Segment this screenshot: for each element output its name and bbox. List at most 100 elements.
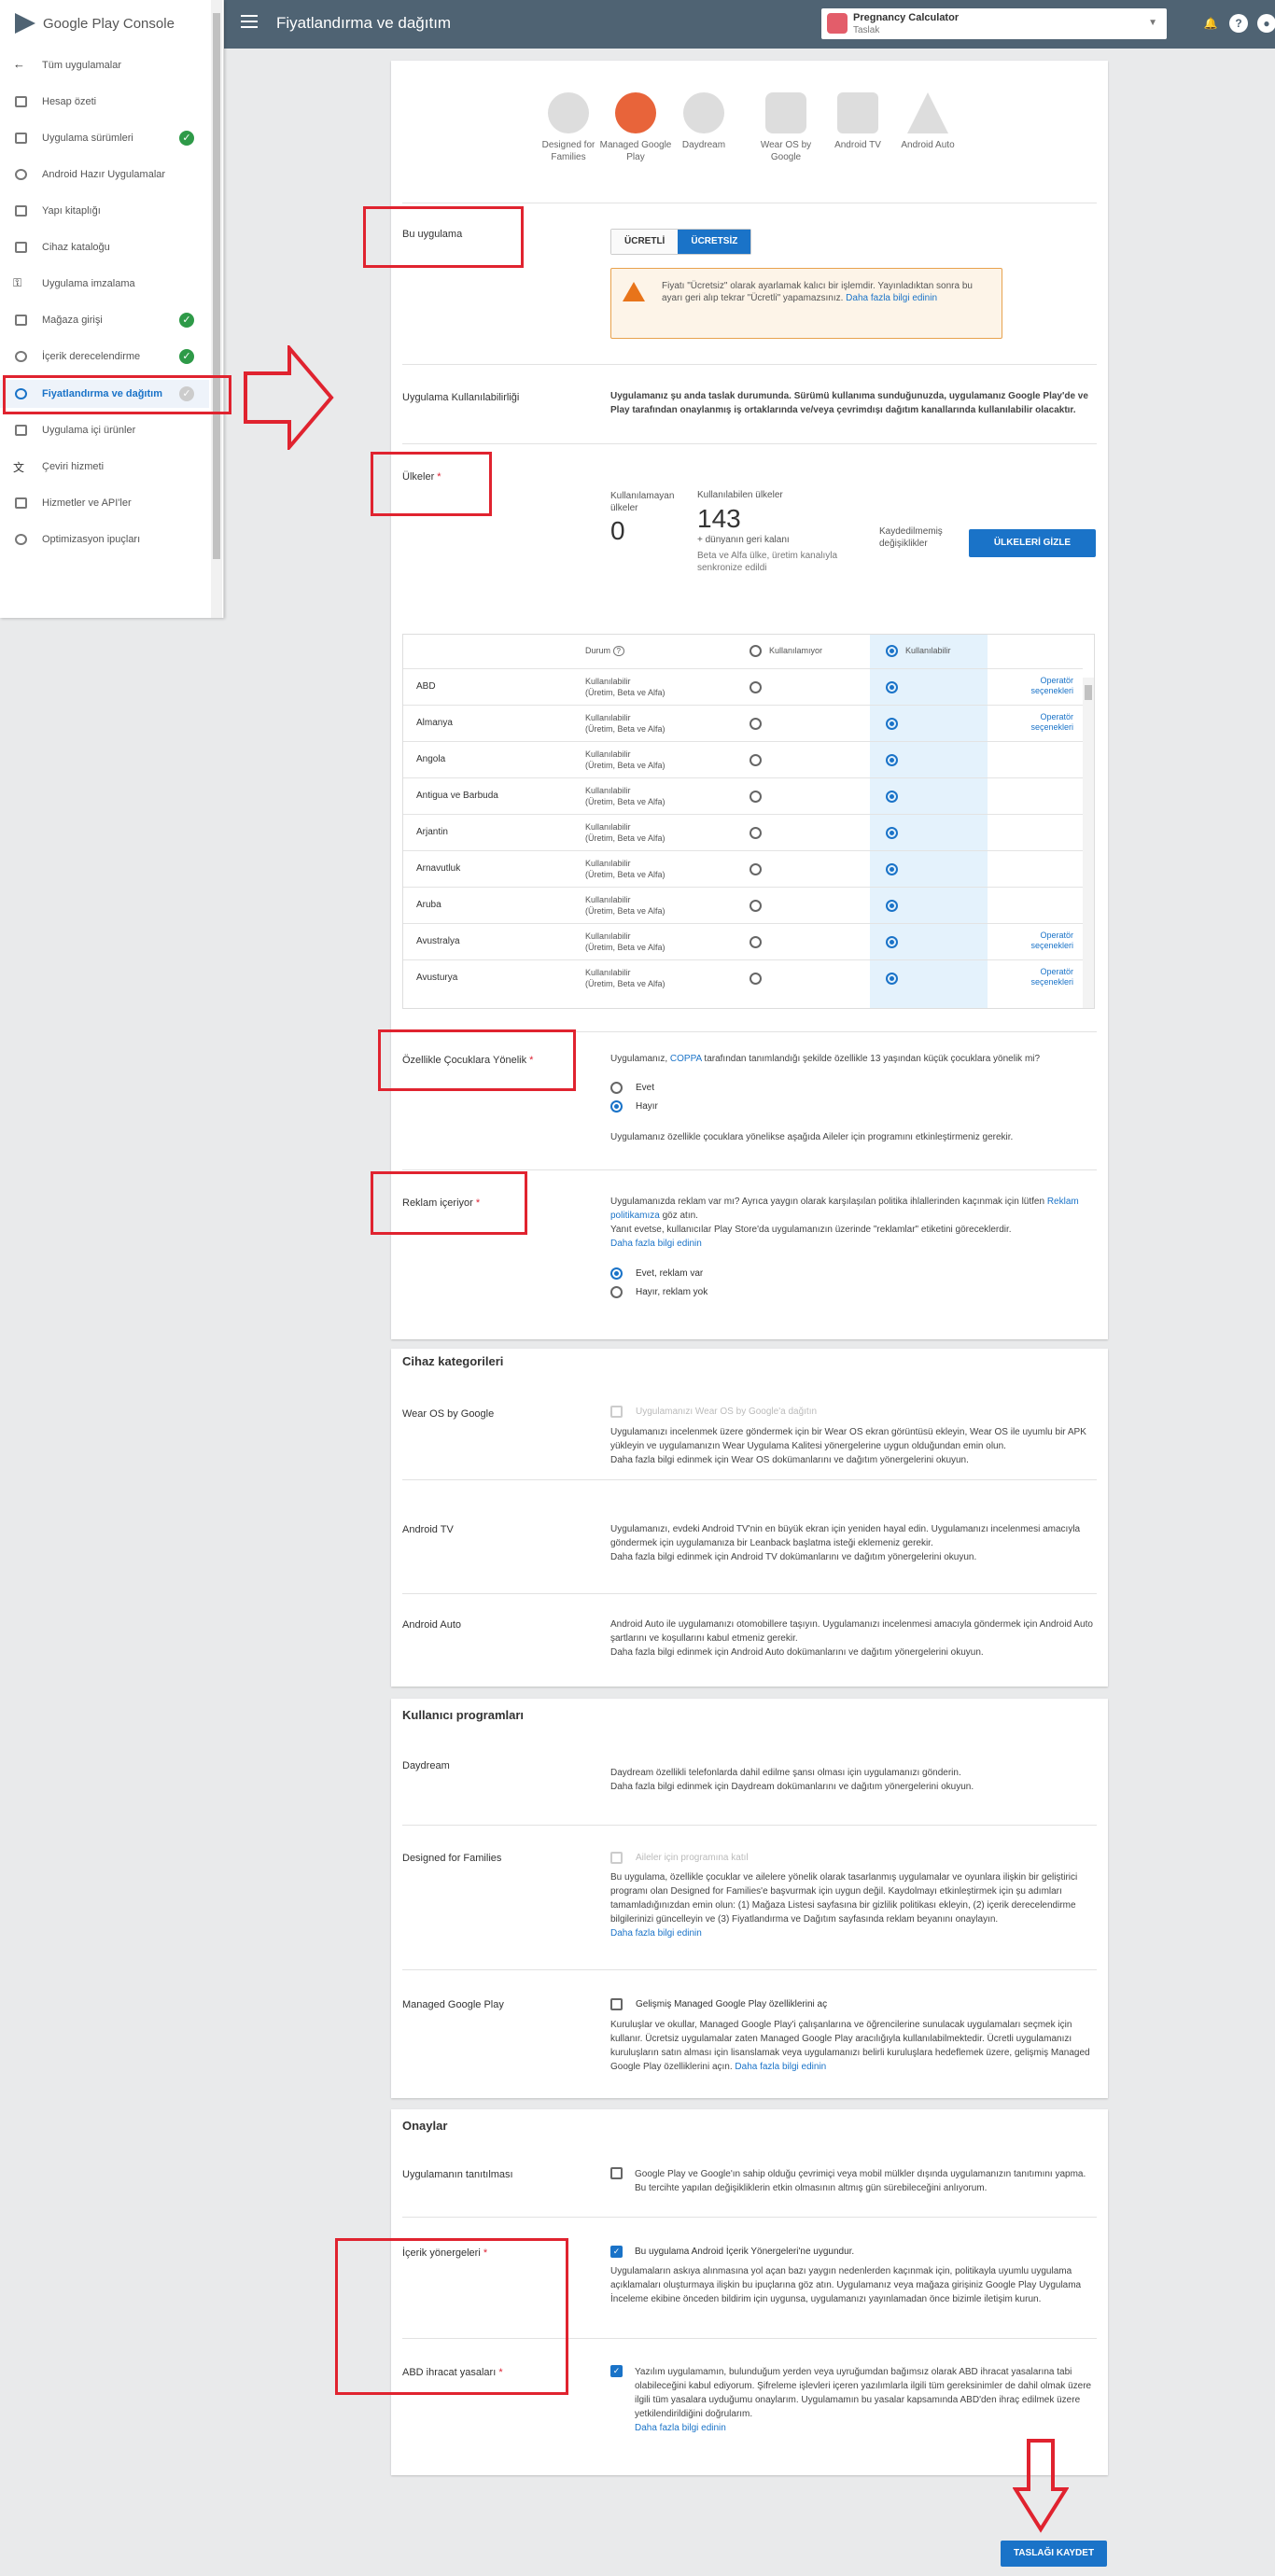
country-status: Kullanılabilir (Üretim, Beta ve Alfa) — [585, 968, 666, 988]
export-learn-more-link[interactable]: Daha fazla bilgi edinin — [635, 2423, 726, 2433]
table-row: Almanya Kullanılabilir (Üretim, Beta ve Al… — [403, 705, 1083, 741]
ads-yes-radio[interactable] — [610, 1267, 623, 1280]
app-selector[interactable]: Pregnancy Calculator Taslak ▼ — [821, 8, 1167, 39]
sidebar-item-instant-apps[interactable]: Android Hazır Uygulamalar — [0, 161, 209, 189]
pricing-toggle[interactable]: ÜCRETLİ ÜCRETSİZ — [610, 229, 752, 255]
ads-learn-more-link[interactable]: Daha fazla bilgi edinin — [610, 1239, 702, 1249]
carrier-options-link[interactable]: Operatör seçenekleri — [1008, 967, 1073, 987]
carrier-options-link[interactable]: Operatör seçenekleri — [1008, 712, 1073, 733]
sidebar-scrollbar-thumb[interactable] — [213, 13, 220, 559]
instant-app-icon — [15, 169, 27, 180]
sidebar-item-services-apis[interactable]: Hizmetler ve API'ler — [0, 489, 209, 517]
children-yes-radio[interactable] — [610, 1082, 623, 1094]
carrier-options-link[interactable]: Operatör seçenekleri — [1008, 676, 1073, 696]
available-countries-count: 143 — [697, 504, 741, 533]
check-icon: ✓ — [179, 349, 194, 364]
question-icon[interactable]: ? — [1229, 14, 1248, 33]
country-status: Kullanılabilir (Üretim, Beta ve Alfa) — [585, 713, 666, 734]
children-note: Uygulamanız özellikle çocuklara yöneliks… — [610, 1132, 1014, 1142]
promotion-checkbox[interactable] — [610, 2167, 623, 2179]
device-designed-for-families[interactable]: Designed for Families — [531, 92, 606, 163]
unavailable-radio[interactable] — [750, 791, 762, 803]
available-radio[interactable] — [886, 681, 898, 693]
hide-countries-button[interactable]: ÜLKELERİ GİZLE — [969, 529, 1096, 557]
children-no-radio[interactable] — [610, 1100, 623, 1113]
help-icon[interactable] — [1171, 14, 1190, 33]
available-radio[interactable] — [886, 827, 898, 839]
check-icon: ✓ — [179, 131, 194, 146]
sidebar-item-device-catalog[interactable]: Cihaz kataloğu — [0, 233, 209, 261]
ads-no-radio[interactable] — [610, 1286, 623, 1298]
menu-icon[interactable] — [241, 15, 258, 34]
auto-icon — [907, 92, 948, 133]
device-android-tv[interactable]: Android TV — [820, 92, 895, 151]
table-scrollbar[interactable] — [1083, 678, 1094, 1008]
device-managed-google-play[interactable]: Managed Google Play — [598, 92, 673, 163]
sidebar-item-content-rating[interactable]: İçerik derecelendirme ✓ — [0, 343, 209, 371]
unavailable-column-header: Kullanılamıyor — [769, 646, 823, 655]
bell-icon[interactable]: 🔔 — [1201, 14, 1220, 33]
export-laws-checkbox[interactable]: ✓ — [610, 2365, 623, 2377]
sidebar-item-releases[interactable]: Uygulama sürümleri ✓ — [0, 124, 209, 152]
availability-label: Uygulama Kullanılabilirliği — [402, 392, 520, 403]
table-row: Angola Kullanılabilir (Üretim, Beta ve Alf… — [403, 741, 1083, 777]
free-button[interactable]: ÜCRETSİZ — [678, 230, 751, 254]
sidebar-item-bundle-explorer[interactable]: Yapı kitaplığı — [0, 197, 209, 225]
device-daydream[interactable]: Daydream — [666, 92, 741, 151]
available-radio[interactable] — [886, 936, 898, 948]
unavailable-radio[interactable] — [750, 936, 762, 948]
app-icon — [827, 13, 848, 34]
save-draft-button[interactable]: TASLAĞI KAYDET — [1001, 2541, 1107, 2567]
help-icon[interactable]: ? — [612, 646, 624, 656]
unavailable-radio[interactable] — [750, 718, 762, 730]
unavailable-countries-count: 0 — [610, 516, 625, 545]
unavailable-radio[interactable] — [750, 863, 762, 875]
available-radio[interactable] — [886, 900, 898, 912]
export-laws-text: Yazılım uygulamamın, bulunduğum yerden v… — [635, 2367, 1092, 2433]
top-bar: Fiyatlandırma ve dağıtım Pregnancy Calcu… — [224, 0, 1275, 49]
sidebar-item-app-signing[interactable]: ⚿ Uygulama imzalama — [0, 270, 209, 298]
sidebar-item-in-app-products[interactable]: Uygulama içi ürünler — [0, 416, 209, 444]
content-guidelines-checkbox[interactable]: ✓ — [610, 2246, 623, 2258]
android-auto-label: Android Auto — [402, 1619, 461, 1631]
learn-more-link[interactable]: Daha fazla bilgi edinin — [846, 293, 937, 303]
unavailable-radio[interactable] — [750, 827, 762, 839]
managed-play-checkbox[interactable] — [610, 1998, 623, 2010]
available-radio[interactable] — [886, 754, 898, 766]
warning-icon — [623, 282, 645, 301]
unavailable-radio[interactable] — [750, 754, 762, 766]
sidebar-item-translation[interactable]: 文 Çeviri hizmeti — [0, 453, 209, 481]
families-learn-more-link[interactable]: Daha fazla bilgi edinin — [610, 1928, 702, 1939]
paid-button[interactable]: ÜCRETLİ — [611, 230, 679, 254]
card-icon — [15, 425, 27, 436]
sidebar-item-dashboard[interactable]: Hesap özeti — [0, 88, 209, 116]
coppa-link[interactable]: COPPA — [670, 1054, 702, 1064]
available-radio[interactable] — [886, 973, 898, 985]
unavailable-radio[interactable] — [750, 973, 762, 985]
unavailable-all-radio[interactable] — [750, 645, 762, 657]
available-radio[interactable] — [886, 718, 898, 730]
watch-icon — [765, 92, 806, 133]
avatar[interactable]: ● — [1257, 14, 1275, 33]
families-checkbox[interactable] — [610, 1852, 623, 1864]
unavailable-radio[interactable] — [750, 900, 762, 912]
managed-learn-more-link[interactable]: Daha fazla bilgi edinin — [735, 2062, 826, 2072]
carrier-options-link[interactable]: Operatör seçenekleri — [1008, 931, 1073, 951]
available-radio[interactable] — [886, 791, 898, 803]
unavailable-radio[interactable] — [750, 681, 762, 693]
country-status: Kullanılabilir (Üretim, Beta ve Alfa) — [585, 786, 666, 806]
available-all-radio[interactable] — [886, 645, 898, 657]
sidebar-item-optimization-tips[interactable]: Optimizasyon ipuçları — [0, 525, 209, 553]
unavailable-countries-label: Kullanılamayan ülkeler — [610, 491, 675, 513]
sidebar-item-all-apps[interactable]: ← Tüm uygulamalar — [0, 51, 209, 79]
sidebar-item-store-listing[interactable]: Mağaza girişi ✓ — [0, 306, 209, 334]
wear-os-checkbox[interactable] — [610, 1406, 623, 1418]
device-android-auto[interactable]: Android Auto — [890, 92, 965, 151]
table-row: Arnavutluk Kullanılabilir (Üretim, Beta ve… — [403, 850, 1083, 887]
logo-text: Google Play Console — [43, 16, 175, 32]
unsaved-changes: Kaydedilmemiş değişiklikler — [879, 526, 943, 549]
sidebar-scrollbar[interactable] — [211, 0, 222, 618]
managed-play-text: Kuruluşlar ve okullar, Managed Google Pl… — [610, 2020, 1090, 2072]
available-radio[interactable] — [886, 863, 898, 875]
device-wear-os[interactable]: Wear OS by Google — [749, 92, 823, 163]
